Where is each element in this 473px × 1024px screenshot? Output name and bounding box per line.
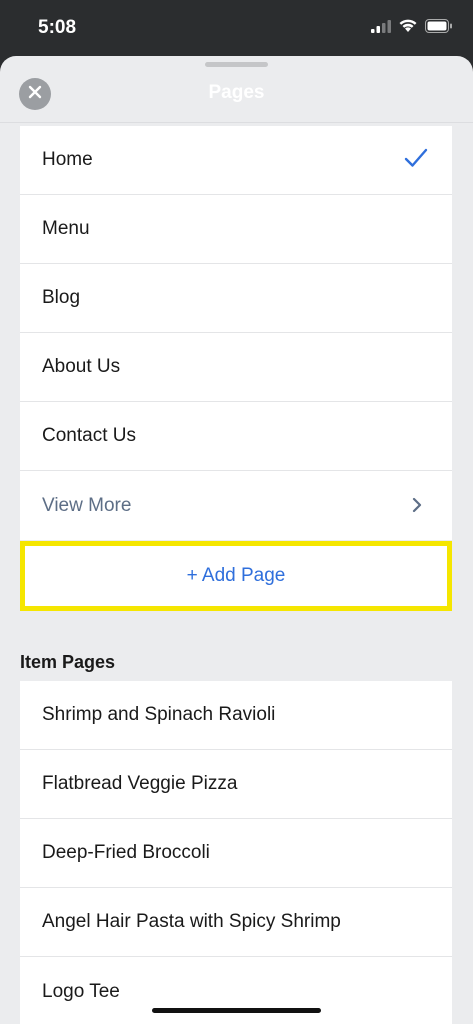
page-item-label: Blog [42,287,81,308]
view-more-label: View More [42,494,132,516]
item-page-label: Angel Hair Pasta with Spicy Shrimp [42,911,341,932]
page-item-menu[interactable]: Menu [20,195,452,264]
page-item-about-us[interactable]: About Us [20,333,452,402]
page-item-label: About Us [42,356,121,377]
wifi-icon [398,18,418,38]
page-title: Pages [208,82,265,103]
page-item-label: Home [42,149,93,170]
add-page-button[interactable]: + Add Page [20,541,452,611]
sheet-grabber[interactable] [205,62,268,67]
cellular-signal-icon [371,19,391,38]
item-pages-list: Shrimp and Spinach Ravioli Flatbread Veg… [20,681,452,1024]
item-page-label: Flatbread Veggie Pizza [42,773,238,794]
view-more-row[interactable]: View More [20,471,452,540]
header-divider [0,122,473,123]
list-item[interactable]: Logo Tee [20,957,452,1024]
page-item-label: Menu [42,218,90,239]
status-icons [371,18,453,38]
page-item-blog[interactable]: Blog [20,264,452,333]
checkmark-icon [404,148,428,174]
item-page-label: Shrimp and Spinach Ravioli [42,704,276,725]
chevron-right-icon [412,497,422,519]
status-time: 5:08 [38,17,77,38]
page-item-contact-us[interactable]: Contact Us [20,402,452,471]
list-item[interactable]: Deep-Fried Broccoli [20,819,452,888]
page-item-label: Contact Us [42,425,136,446]
battery-icon [425,18,453,38]
pages-list: Home Menu Blog About Us Contact Us View … [20,126,452,540]
home-indicator [152,1008,321,1013]
status-bar: 5:08 [0,0,473,56]
list-item[interactable]: Angel Hair Pasta with Spicy Shrimp [20,888,452,957]
page-item-home[interactable]: Home [20,126,452,195]
add-page-label: + Add Page [186,565,286,586]
item-pages-heading: Item Pages [20,652,116,672]
list-item[interactable]: Shrimp and Spinach Ravioli [20,681,452,750]
list-item[interactable]: Flatbread Veggie Pizza [20,750,452,819]
item-page-label: Deep-Fried Broccoli [42,842,210,863]
pages-sheet: Pages Home Menu Blog About Us Contact Us… [0,56,473,1024]
item-page-label: Logo Tee [42,980,120,1002]
